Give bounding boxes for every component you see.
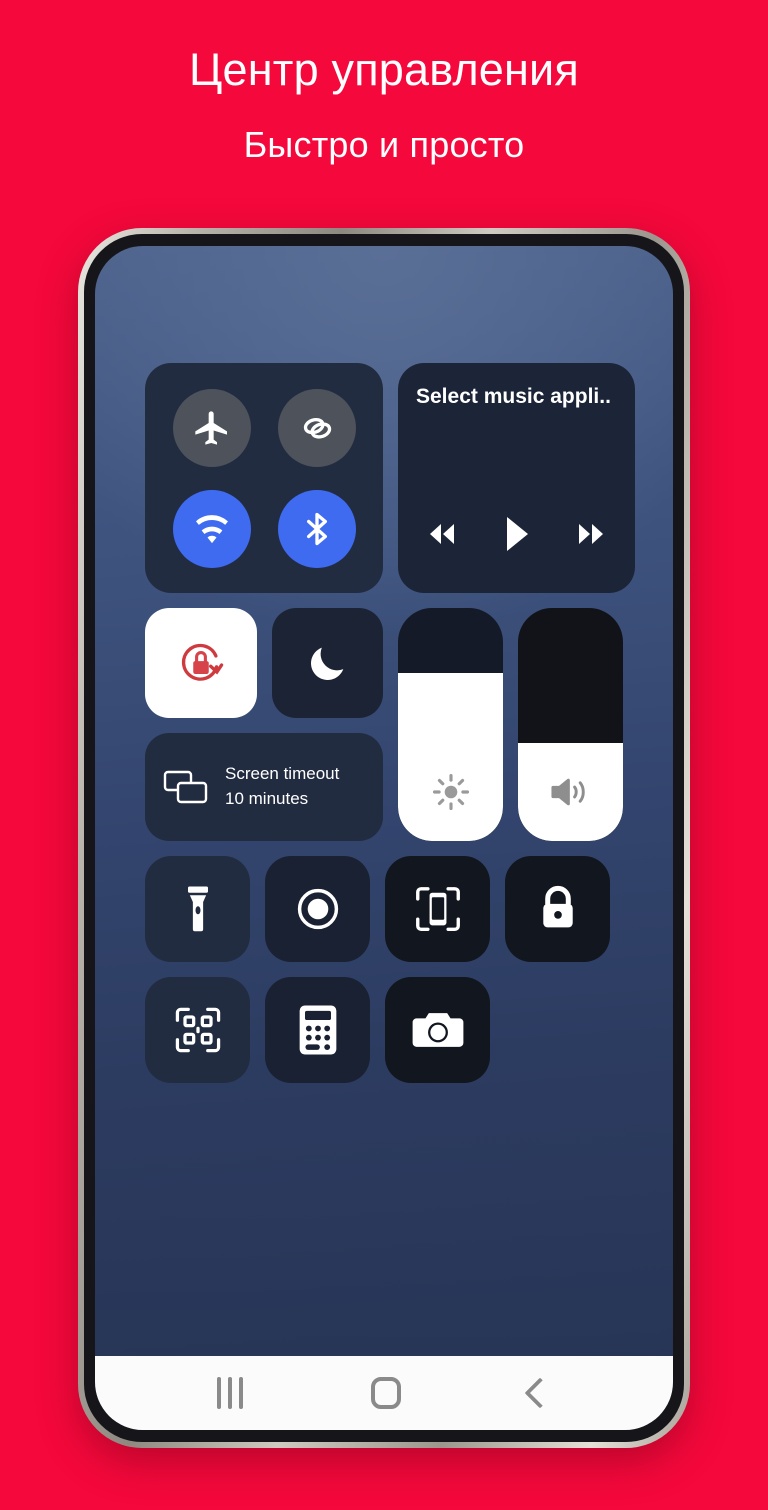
camera-icon bbox=[412, 1008, 464, 1052]
volume-slider[interactable] bbox=[518, 608, 623, 841]
play-icon[interactable] bbox=[502, 515, 532, 553]
calculator-tile[interactable] bbox=[265, 977, 370, 1083]
screen-record-tile[interactable] bbox=[265, 856, 370, 962]
data-sharing-toggle[interactable] bbox=[277, 388, 356, 467]
brightness-slider-fill bbox=[398, 673, 503, 841]
screen-timeout-icon bbox=[161, 766, 211, 808]
page-title: Центр управления bbox=[189, 44, 579, 95]
control-center-row-4 bbox=[145, 977, 635, 1083]
media-controls bbox=[416, 515, 617, 571]
control-center-row-3 bbox=[145, 856, 635, 962]
link-icon bbox=[296, 407, 338, 449]
screen-timeout-value: 10 minutes bbox=[225, 789, 309, 808]
navigation-bar bbox=[95, 1356, 673, 1430]
qr-code-icon bbox=[172, 1004, 224, 1056]
control-center-row-1: Select music appli.. bbox=[145, 363, 635, 593]
screen-timeout-label: Screen timeout bbox=[225, 764, 340, 784]
moon-icon bbox=[304, 640, 350, 686]
phone-screen: Select music appli.. Screen timeout 10 m… bbox=[95, 246, 673, 1430]
page-subtitle: Быстро и просто bbox=[243, 123, 525, 165]
airplane-icon bbox=[192, 408, 232, 448]
camera-tile[interactable] bbox=[385, 977, 490, 1083]
brightness-slider[interactable] bbox=[398, 608, 503, 841]
screen-timeout-card[interactable]: Screen timeout 10 minutes bbox=[145, 733, 383, 841]
airplane-mode-toggle[interactable] bbox=[172, 388, 251, 467]
rewind-icon[interactable] bbox=[422, 519, 462, 549]
row2-left-group: Screen timeout 10 minutes bbox=[145, 608, 383, 841]
control-center-row-2: Screen timeout 10 minutes bbox=[145, 608, 635, 841]
back-icon[interactable] bbox=[524, 1377, 556, 1409]
qr-scanner-tile[interactable] bbox=[145, 977, 250, 1083]
do-not-disturb-tile[interactable] bbox=[271, 608, 383, 718]
fast-forward-icon[interactable] bbox=[571, 519, 611, 549]
promo-header: Центр управления Быстро и просто bbox=[0, 44, 768, 166]
record-icon bbox=[292, 883, 344, 935]
wifi-toggle[interactable] bbox=[172, 489, 251, 568]
brightness-icon bbox=[398, 771, 503, 813]
flashlight-icon bbox=[175, 884, 221, 934]
media-title: Select music appli.. bbox=[416, 385, 611, 408]
lock-icon bbox=[535, 884, 581, 934]
screen-timeout-text: Screen timeout 10 minutes bbox=[225, 762, 339, 811]
lock-screen-tile[interactable] bbox=[505, 856, 610, 962]
flashlight-tile[interactable] bbox=[145, 856, 250, 962]
home-icon[interactable] bbox=[371, 1377, 401, 1409]
quick-toggles-card bbox=[145, 363, 383, 593]
screenshot-icon bbox=[411, 882, 465, 936]
volume-icon bbox=[518, 771, 623, 813]
phone-mockup: Select music appli.. Screen timeout 10 m… bbox=[78, 228, 690, 1448]
bluetooth-icon bbox=[297, 509, 337, 549]
screenshot-tile[interactable] bbox=[385, 856, 490, 962]
bluetooth-toggle[interactable] bbox=[277, 489, 356, 568]
rotation-lock-tile[interactable] bbox=[145, 608, 257, 718]
wifi-icon bbox=[192, 509, 232, 549]
toggle-tiles bbox=[145, 608, 383, 718]
control-center-panel: Select music appli.. Screen timeout 10 m… bbox=[145, 363, 635, 1083]
rotation-lock-icon bbox=[170, 632, 232, 694]
recents-icon[interactable] bbox=[217, 1377, 243, 1409]
phone-bezel: Select music appli.. Screen timeout 10 m… bbox=[84, 234, 684, 1442]
calculator-icon bbox=[297, 1004, 339, 1056]
media-player-card[interactable]: Select music appli.. bbox=[398, 363, 635, 593]
